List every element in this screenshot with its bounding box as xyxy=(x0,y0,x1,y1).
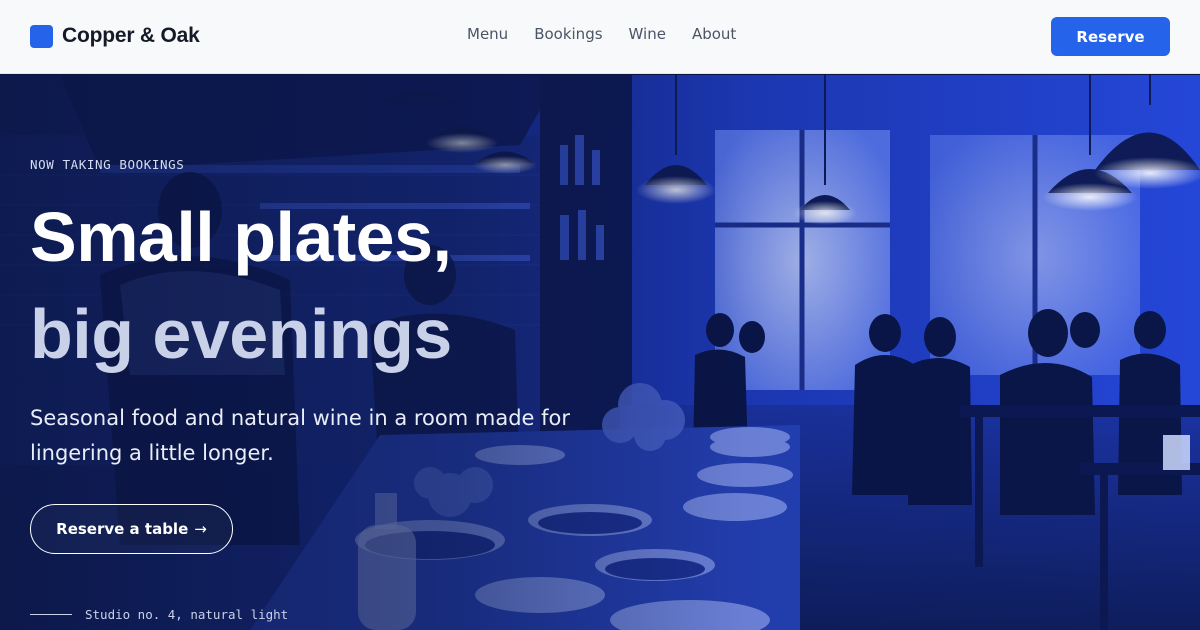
caption-divider xyxy=(30,614,72,615)
nav-link-wine[interactable]: Wine xyxy=(629,25,666,43)
hero-section: NOW TAKING BOOKINGS Small plates, big ev… xyxy=(0,75,1200,630)
nav-link-about[interactable]: About xyxy=(692,25,736,43)
brand[interactable]: Copper & Oak xyxy=(30,24,200,48)
reserve-button[interactable]: Reserve xyxy=(1051,17,1170,56)
brand-name: Copper & Oak xyxy=(62,24,200,47)
arrow-right-icon: → xyxy=(194,520,207,538)
nav-link-menu[interactable]: Menu xyxy=(467,25,508,43)
photo-caption: Studio no. 4, natural light xyxy=(30,607,288,622)
main-nav: Menu Bookings Wine About xyxy=(467,25,762,43)
eyebrow-label: NOW TAKING BOOKINGS xyxy=(30,157,185,172)
nav-link-bookings[interactable]: Bookings xyxy=(534,25,602,43)
hero-subcopy: Seasonal food and natural wine in a room… xyxy=(30,406,571,465)
caption-text: Studio no. 4, natural light xyxy=(85,607,289,622)
site-header: Copper & Oak Menu Bookings Wine About Re… xyxy=(0,0,1200,74)
reserve-table-button[interactable]: Reserve a table → xyxy=(30,504,233,554)
hero-headline-line-1: Small plates, xyxy=(30,198,452,276)
brand-logo-icon xyxy=(30,24,53,48)
cta-label: Reserve a table xyxy=(56,520,189,538)
hero-headline-line-2: big evenings xyxy=(30,295,452,373)
